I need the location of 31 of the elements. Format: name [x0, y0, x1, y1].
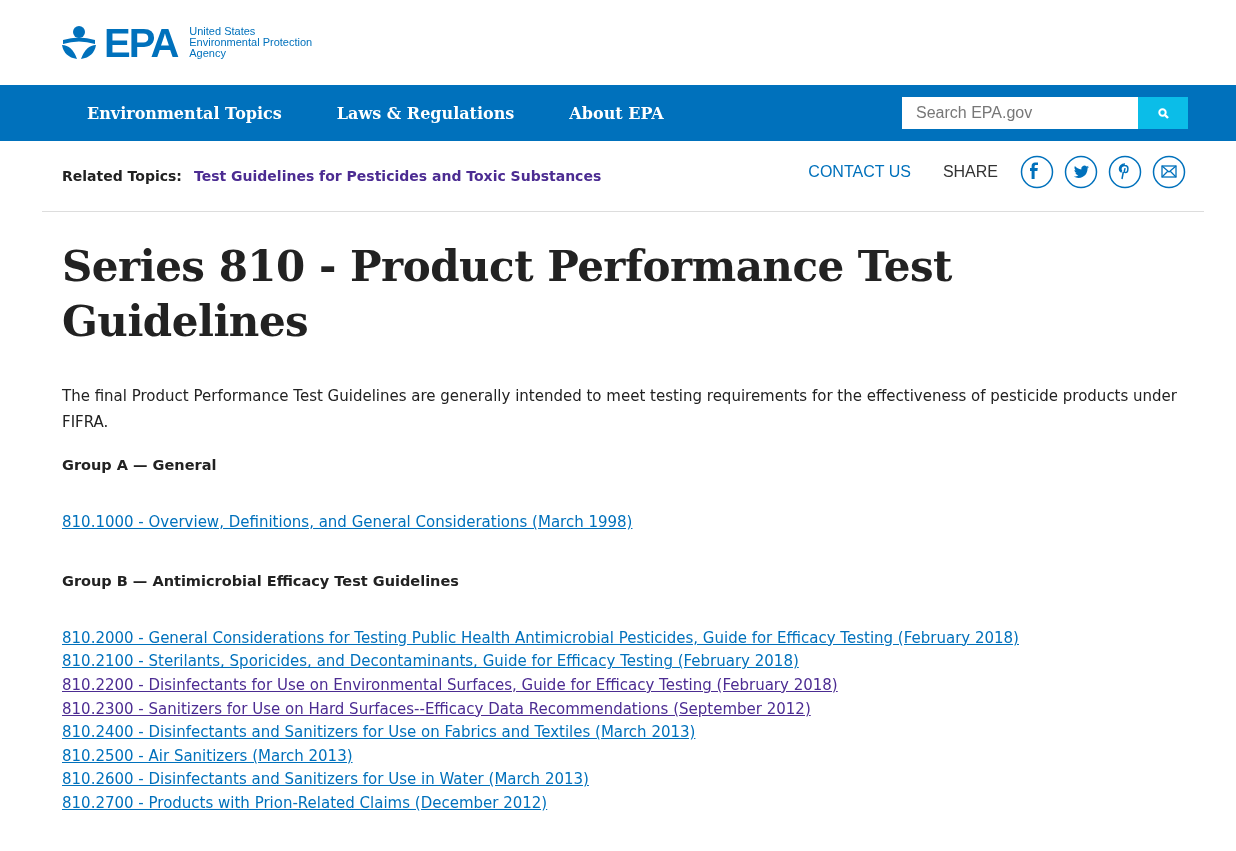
guideline-link[interactable]: 810.2500 - Air Sanitizers (March 2013): [62, 744, 353, 769]
agency-name-line: Environmental Protection: [189, 37, 313, 48]
flower-logo-icon: [60, 24, 98, 61]
nav-link[interactable]: Laws & Regulations: [336, 103, 515, 123]
guideline-link[interactable]: 810.2700 - Products with Prion-Related Claims (December 2012): [62, 791, 548, 816]
group-heading: Group B — Antimicrobial Efficacy Test Guidelines: [62, 572, 460, 589]
intro-paragraph: The final Product Performance Test Guidelines are generally intended to meet testing requirements for the effectiveness of pesticide products under FIFRA.: [62, 386, 1179, 434]
group-heading: Group A — General: [62, 457, 218, 474]
email-share-icon[interactable]: [1152, 155, 1186, 189]
guideline-link[interactable]: 810.2100 - Sterilants, Sporicides, and Decontaminants, Guide for Efficacy Testing (February 2018): [62, 650, 799, 674]
guideline-link[interactable]: 810.2200 - Disinfectants for Use on Environmental Surfaces, Guide for Efficacy Testing (February 2018): [62, 673, 838, 698]
search-icon: [1157, 107, 1169, 119]
guideline-link[interactable]: 810.1000 - Overview, Definitions, and General Considerations (March 1998): [62, 511, 633, 535]
guideline-link[interactable]: 810.2000 - General Considerations for Testing Public Health Antimicrobial Pesticides, Guide for Efficacy Testing (February 2018): [62, 626, 1019, 651]
logo-text[interactable]: EPA: [104, 22, 178, 63]
pinterest-share-icon[interactable]: [1108, 155, 1142, 189]
guideline-link[interactable]: 810.2400 - Disinfectants and Sanitizers for Use on Fabrics and Textiles (March 2013): [62, 721, 696, 745]
facebook-share-icon[interactable]: [1020, 155, 1054, 189]
agency-name-line: United States: [189, 26, 257, 37]
search-field[interactable]: Search EPA.gov: [902, 97, 1138, 129]
related-topics-label: Related Topics:: [62, 168, 182, 184]
twitter-share-icon[interactable]: [1064, 155, 1098, 189]
nav-link[interactable]: About EPA: [569, 103, 664, 123]
related-topic-link[interactable]: Test Guidelines for Pesticides and Toxic Substances: [193, 168, 602, 184]
share-label: SHARE: [942, 163, 998, 181]
agency-name-line: Agency: [189, 48, 227, 59]
contact-us-link[interactable]: CONTACT US: [808, 163, 911, 181]
guideline-link[interactable]: 810.2300 - Sanitizers for Use on Hard Surfaces--Efficacy Data Recommendations (September 2012): [62, 697, 811, 722]
guideline-link[interactable]: 810.2600 - Disinfectants and Sanitizers for Use in Water (March 2013): [62, 768, 589, 792]
nav-link[interactable]: Environmental Topics: [87, 103, 282, 123]
page-title: Series 810 - Product Performance Test Guidelines: [62, 241, 954, 348]
